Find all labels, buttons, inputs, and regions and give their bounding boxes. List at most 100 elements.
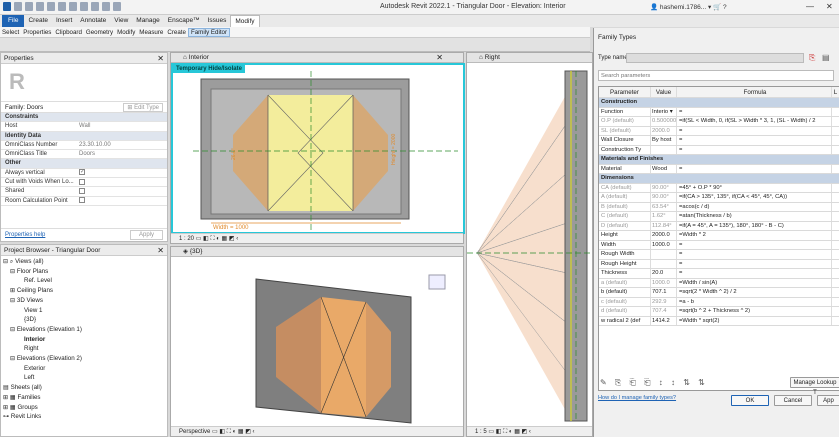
parameter-formula[interactable]: = [677, 146, 831, 155]
revit-logo-icon[interactable] [3, 2, 11, 11]
help-link[interactable]: How do I manage family types? [598, 395, 676, 401]
property-row[interactable]: Room Calculation Point [1, 197, 167, 206]
user-account[interactable]: 👤 hashemi.1786... ▾ 🛒 ? [650, 3, 727, 11]
close-button[interactable]: ✕ [826, 2, 833, 11]
lock-checkbox[interactable] [831, 126, 839, 135]
sections-icon[interactable] [102, 2, 110, 11]
parameter-value[interactable]: Wood [651, 164, 677, 173]
parameter-formula[interactable]: =a - b [677, 298, 831, 307]
property-value[interactable]: 23.30.10.00 [79, 141, 167, 149]
parameter-formula[interactable]: =acos(c / d) [677, 203, 831, 212]
parameter-value[interactable]: 0.500000 [651, 117, 677, 126]
lock-checkbox[interactable] [831, 193, 839, 202]
lock-checkbox[interactable] [831, 316, 839, 325]
parameter-formula[interactable]: =45° + O.P * 90° [677, 184, 831, 193]
parameter-formula[interactable]: =Width * sqrt(2) [677, 317, 831, 326]
measure-icon[interactable] [69, 2, 77, 11]
tab-issues[interactable]: Issues [204, 15, 231, 27]
panel-modify[interactable]: Modify [115, 29, 137, 36]
lock-checkbox[interactable] [831, 288, 839, 297]
parameter-value[interactable] [651, 250, 677, 259]
parameter-value[interactable]: 90.00° [651, 193, 677, 202]
undo-icon[interactable] [36, 2, 44, 11]
header-lock[interactable]: L [831, 87, 839, 97]
lock-checkbox[interactable] [831, 183, 839, 192]
new-type-icon[interactable]: ⎘ [809, 53, 815, 63]
close-icon[interactable]: ✕ [157, 245, 164, 256]
text-icon[interactable] [80, 2, 88, 11]
browser-item[interactable]: ⊞ ▦ Groups [3, 403, 165, 413]
lock-checkbox[interactable] [831, 250, 839, 259]
view-mode[interactable]: Perspective [179, 429, 210, 435]
checkbox[interactable] [79, 197, 85, 204]
browser-item[interactable]: Interior [3, 335, 165, 345]
property-row[interactable]: Cut with Voids When Lo... [1, 178, 167, 188]
browser-item[interactable]: ⊞ Ceiling Plans [3, 286, 165, 296]
property-row[interactable]: OmniClass Number 23.30.10.00 [1, 141, 167, 151]
parameter-formula[interactable]: =if(SL < Width, 0, if(SL > Width * 3, 1,… [677, 117, 831, 126]
parameter-value[interactable]: By host [651, 136, 677, 145]
lock-checkbox[interactable] [831, 231, 839, 240]
tab-interior[interactable]: ⌂ Interior ✕ [171, 53, 463, 63]
lock-checkbox[interactable] [831, 212, 839, 221]
parameter-formula[interactable]: =Width / sin(A) [677, 279, 831, 288]
panel-create[interactable]: Create [165, 29, 188, 36]
panel-clipboard[interactable]: Clipboard [53, 29, 83, 36]
property-value[interactable] [79, 187, 167, 195]
tab-right[interactable]: ⌂ Right [467, 53, 592, 63]
lock-checkbox[interactable] [831, 136, 839, 145]
rename-type-icon[interactable]: ▤ [822, 53, 830, 62]
checkbox[interactable] [79, 187, 85, 194]
property-value[interactable] [79, 178, 167, 186]
view-controls-icon[interactable]: ▭ ◧ ⛶ ◐ ▦ ◩ ‹ [488, 429, 531, 435]
property-row[interactable]: Shared [1, 187, 167, 197]
tab-view[interactable]: View [110, 15, 132, 27]
property-row[interactable]: Always vertical [1, 169, 167, 179]
lock-checkbox[interactable] [831, 202, 839, 211]
view-controls-icon[interactable]: ▭ ◧ ⛶ ◐ ▦ ◩ ‹ [212, 429, 255, 435]
property-row[interactable]: OmniClass Title Doors [1, 150, 167, 160]
tab-insert[interactable]: Insert [52, 15, 76, 27]
panel-geometry[interactable]: Geometry [84, 29, 115, 36]
parameter-value[interactable]: 2000.0 [651, 126, 677, 135]
parameter-formula[interactable]: =if(CA > 135°, 135°, if(CA < 45°, 45°, C… [677, 193, 831, 202]
apply-button[interactable]: Apply [129, 230, 163, 240]
parameter-group[interactable]: Construction [599, 98, 839, 108]
apply-button[interactable]: App [817, 395, 839, 406]
header-parameter[interactable]: Parameter [599, 87, 651, 97]
parameter-value[interactable]: 63.54° [651, 202, 677, 211]
save-icon[interactable] [25, 2, 33, 11]
browser-item[interactable]: ⊞ ▦ Families [3, 393, 165, 403]
parameter-formula[interactable]: = [677, 165, 831, 174]
lock-checkbox[interactable] [831, 145, 839, 154]
view-scale[interactable]: 1 : 5 [475, 429, 487, 435]
properties-help-link[interactable]: Properties help [5, 232, 45, 238]
type-selector[interactable]: R [1, 64, 167, 102]
lock-checkbox[interactable] [831, 240, 839, 249]
lock-checkbox[interactable] [831, 221, 839, 230]
lock-checkbox[interactable] [831, 269, 839, 278]
browser-item[interactable]: Left [3, 373, 165, 383]
browser-item[interactable]: ▤ Sheets (all) [3, 383, 165, 393]
parameter-value[interactable]: 1000.0 [651, 278, 677, 287]
parameter-group[interactable]: Dimensions [599, 174, 839, 184]
parameter-formula[interactable]: =Width * 2 [677, 231, 831, 240]
family-selector[interactable]: Family: Doors [5, 104, 43, 111]
parameter-value[interactable]: 707.1 [651, 288, 677, 297]
panel-measure[interactable]: Measure [137, 29, 165, 36]
close-icon[interactable]: ✕ [436, 53, 443, 63]
parameter-formula[interactable]: = [677, 127, 831, 136]
header-formula[interactable]: Formula [677, 87, 831, 97]
parameter-formula[interactable]: = [677, 136, 831, 145]
browser-item[interactable]: ⊟ Elevations (Elevation 2) [3, 354, 165, 364]
browser-item[interactable]: ⊟ Floor Plans [3, 267, 165, 277]
view-scale[interactable]: 1 : 20 [179, 236, 194, 242]
property-value[interactable] [79, 197, 167, 205]
parameter-formula[interactable]: =atan(Thickness / b) [677, 212, 831, 221]
panel-properties[interactable]: Properties [21, 29, 53, 36]
browser-item[interactable]: Right [3, 344, 165, 354]
minimize-button[interactable]: — [806, 2, 814, 11]
parameter-formula[interactable]: = [677, 250, 831, 259]
help-icon[interactable]: ? [723, 4, 727, 11]
checkbox[interactable] [79, 178, 85, 185]
